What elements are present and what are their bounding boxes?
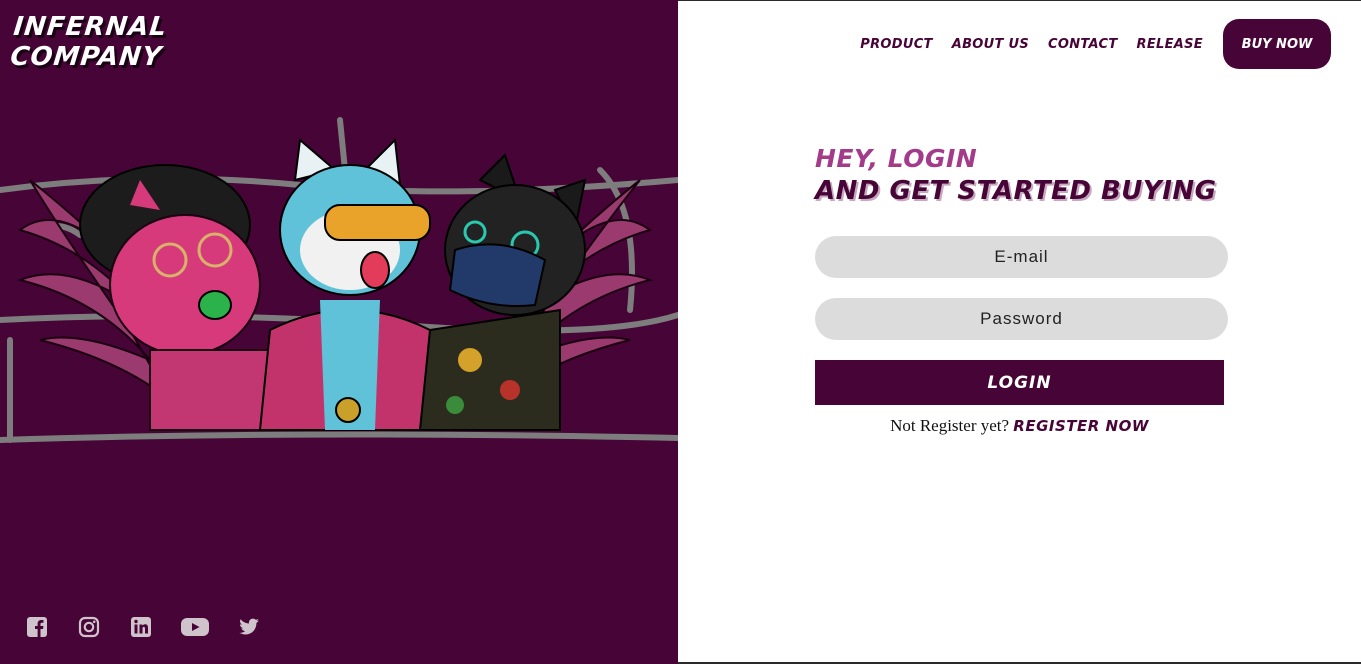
linkedin-icon[interactable] [128, 614, 154, 640]
buy-now-button[interactable]: BUY NOW [1223, 19, 1331, 69]
login-subheading: AND GET STARTED BUYING [815, 176, 1217, 206]
login-heading: HEY, LOGIN [815, 144, 978, 173]
nav-contact[interactable]: CONTACT [1048, 37, 1118, 52]
register-prompt: Not Register yet? [890, 416, 1010, 435]
top-nav: PRODUCT ABOUT US CONTACT RELEASE BUY NOW [860, 19, 1331, 69]
youtube-icon[interactable] [180, 614, 210, 640]
instagram-icon[interactable] [76, 614, 102, 640]
email-field[interactable] [815, 236, 1228, 278]
register-line: Not Register yet? REGISTER NOW [815, 416, 1224, 436]
hero-illustration [0, 117, 678, 443]
right-panel: PRODUCT ABOUT US CONTACT RELEASE BUY NOW… [678, 0, 1361, 664]
brand-line-2: COMPANY [8, 42, 164, 72]
login-form: HEY, LOGIN AND GET STARTED BUYING LOGIN … [815, 144, 1235, 435]
brand-line-1: INFERNAL [12, 12, 169, 42]
login-button[interactable]: LOGIN [815, 360, 1224, 405]
register-now-link[interactable]: REGISTER NOW [1013, 417, 1149, 435]
nav-release[interactable]: RELEASE [1137, 37, 1203, 52]
facebook-icon[interactable] [24, 614, 50, 640]
left-panel: INFERNAL COMPANY [0, 0, 678, 664]
twitter-icon[interactable] [236, 614, 262, 640]
brand-logo[interactable]: INFERNAL COMPANY [9, 12, 169, 72]
nav-product[interactable]: PRODUCT [860, 37, 932, 52]
social-links [24, 614, 288, 640]
password-field[interactable] [815, 298, 1228, 340]
nav-about-us[interactable]: ABOUT US [952, 37, 1029, 52]
